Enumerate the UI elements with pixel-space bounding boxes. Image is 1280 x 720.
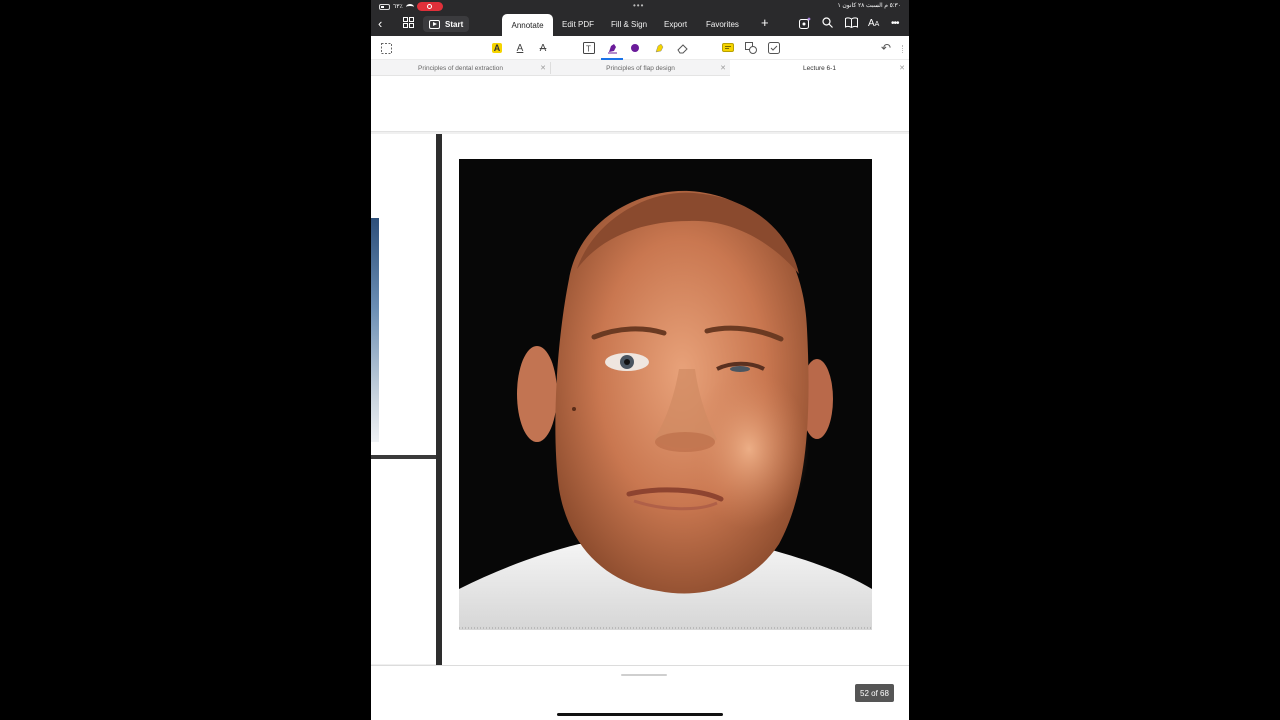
grid-icon[interactable] — [403, 17, 414, 32]
tab-fill-sign-label: Fill & Sign — [611, 19, 648, 29]
main-toolbar: ‹ Start Annotate Edit PDF Fill & Sign Ex… — [371, 12, 909, 36]
stamp-icon[interactable] — [767, 41, 781, 55]
svg-text:T: T — [586, 45, 591, 54]
shapes-icon[interactable] — [744, 41, 758, 55]
doc-tab-label: Principles of dental extraction — [418, 64, 503, 72]
screen-recording-icon[interactable] — [416, 2, 443, 11]
tab-fill-sign[interactable]: Fill & Sign — [611, 12, 647, 36]
document-tabs: Principles of dental extraction ✕ Princi… — [371, 60, 909, 76]
ipad-screen: ٦٣٪ ••• ٥:٣٠ م السبت ٢٨ كانون ١ ‹ Start … — [371, 0, 909, 720]
page-counter[interactable]: 52 of 68 — [855, 684, 894, 702]
battery-level: ٦٣٪ — [393, 4, 403, 10]
tab-annotate[interactable]: Annotate — [502, 14, 553, 36]
more-icon[interactable]: ••• — [891, 17, 899, 31]
previous-page[interactable] — [371, 134, 438, 664]
ai-magic-icon[interactable] — [799, 17, 811, 33]
document-viewer[interactable]: 52 of 68 — [371, 76, 909, 720]
book-icon[interactable] — [845, 17, 858, 32]
comment-icon[interactable] — [721, 41, 735, 55]
search-icon[interactable] — [822, 17, 833, 32]
status-datetime: ٥:٣٠ م السبت ٢٨ كانون ١ — [837, 3, 902, 9]
start-button[interactable]: Start — [423, 16, 470, 32]
previous-page-image — [371, 218, 379, 442]
eraser-icon[interactable] — [675, 41, 689, 55]
tab-export[interactable]: Export — [664, 12, 687, 36]
tab-edit-pdf[interactable]: Edit PDF — [562, 12, 594, 36]
highlight-text-icon[interactable]: A — [490, 41, 504, 55]
page-scroll-indicator — [621, 674, 667, 676]
tab-annotate-label: Annotate — [511, 20, 544, 30]
doc-tab-dental-extraction[interactable]: Principles of dental extraction ✕ — [371, 60, 550, 76]
doc-tab-label: Principles of flap design — [606, 64, 675, 72]
tab-favorites-label: Favorites — [706, 19, 739, 29]
status-bar: ٦٣٪ ••• ٥:٣٠ م السبت ٢٨ كانون ١ — [371, 0, 909, 12]
underline-text-icon[interactable]: A — [513, 41, 527, 55]
text-size-icon[interactable]: AA — [868, 17, 879, 32]
highlighter-icon[interactable] — [652, 41, 666, 55]
close-icon[interactable]: ✕ — [899, 64, 905, 72]
doc-tab-label: Lecture 6-1 — [803, 64, 836, 72]
clinical-photo — [459, 159, 872, 630]
tab-favorites[interactable]: Favorites — [706, 12, 739, 36]
plus-icon[interactable]: + — [761, 16, 769, 30]
multitask-dots[interactable]: ••• — [633, 1, 644, 10]
toolbar-drag-handle[interactable] — [902, 45, 904, 53]
battery-icon — [379, 3, 390, 10]
select-area-icon[interactable] — [379, 41, 393, 55]
pen-icon[interactable] — [605, 41, 619, 55]
tab-export-label: Export — [664, 19, 688, 29]
text-box-icon[interactable]: T — [582, 41, 596, 55]
undo-icon[interactable]: ↶ — [879, 41, 893, 55]
status-left: ٦٣٪ — [379, 2, 443, 11]
pen-color-icon[interactable] — [628, 41, 642, 55]
home-indicator[interactable] — [557, 713, 723, 716]
annotation-toolbar: A A A T ↶ — [371, 36, 909, 60]
doc-tab-flap-design[interactable]: Principles of flap design ✕ — [551, 60, 730, 76]
strikethrough-text-icon[interactable]: A — [536, 41, 550, 55]
doc-tab-lecture-6-1[interactable]: Lecture 6-1 ✕ — [730, 60, 909, 76]
tab-edit-pdf-label: Edit PDF — [562, 19, 595, 29]
wifi-icon — [405, 3, 414, 10]
close-icon[interactable]: ✕ — [540, 64, 546, 72]
presentation-icon — [429, 19, 440, 29]
back-chevron-icon[interactable]: ‹ — [378, 17, 382, 31]
close-icon[interactable]: ✕ — [720, 64, 726, 72]
previous-page-rule — [371, 455, 438, 459]
start-label: Start — [445, 19, 464, 29]
